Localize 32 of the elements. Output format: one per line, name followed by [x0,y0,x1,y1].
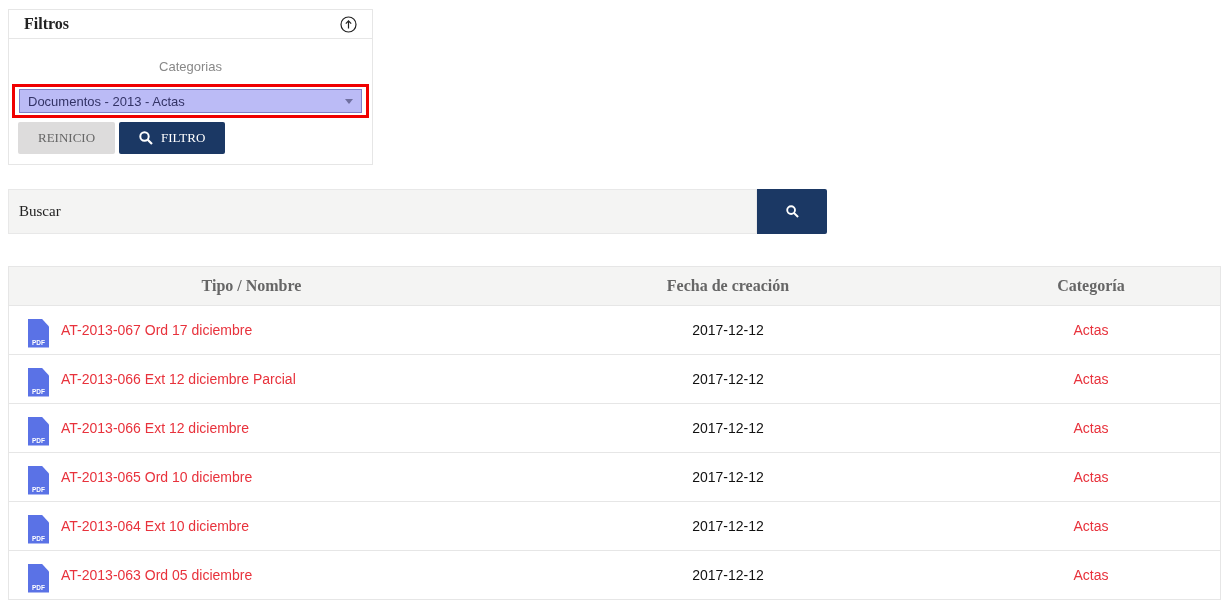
category-label: Categorias [159,59,222,74]
document-link[interactable]: AT-2013-064 Ext 10 diciembre [61,518,250,534]
category-link[interactable]: Actas [962,420,1220,436]
document-link[interactable]: AT-2013-067 Ord 17 diciembre [61,322,253,338]
search-icon [785,205,799,218]
dropdown-caret-icon [345,98,353,104]
category-link[interactable]: Actas [962,322,1220,338]
date-cell-text: 2017-12-12 [691,469,765,485]
date-cell-text: 2017-12-12 [691,518,765,534]
date-cell-text: 2017-12-12 [691,420,765,436]
column-header: Fecha de creación [665,277,791,295]
category-link[interactable]: Actas [962,518,1220,534]
collapse-icon[interactable] [340,15,357,33]
date-cell-text: 2017-12-12 [691,371,765,387]
category-link[interactable]: Actas [962,567,1220,583]
document-link[interactable]: AT-2013-063 Ord 05 diciembre [61,567,253,583]
date-cell-text: 2017-12-12 [691,322,765,338]
search-button[interactable] [757,189,827,234]
date-cell-text: 2017-12-12 [691,567,765,583]
reset-button[interactable]: REINICIO [18,122,116,154]
column-header: Categoría [1056,277,1126,295]
document-link[interactable]: AT-2013-065 Ord 10 diciembre [61,469,253,485]
category-link[interactable]: Actas [962,469,1220,485]
column-header: Tipo / Nombre [200,277,303,295]
search-field[interactable]: Buscar [8,189,757,234]
filter-button[interactable]: FILTRO [119,122,226,154]
document-link[interactable]: AT-2013-066 Ext 12 diciembre Parcial [61,371,296,387]
category-select[interactable]: Documentos - 2013 - Actas [19,89,362,113]
document-link[interactable]: AT-2013-066 Ext 12 diciembre [61,420,250,436]
category-link[interactable]: Actas [962,371,1220,387]
search-icon [139,131,154,145]
panel-title: Filtros [24,15,70,33]
